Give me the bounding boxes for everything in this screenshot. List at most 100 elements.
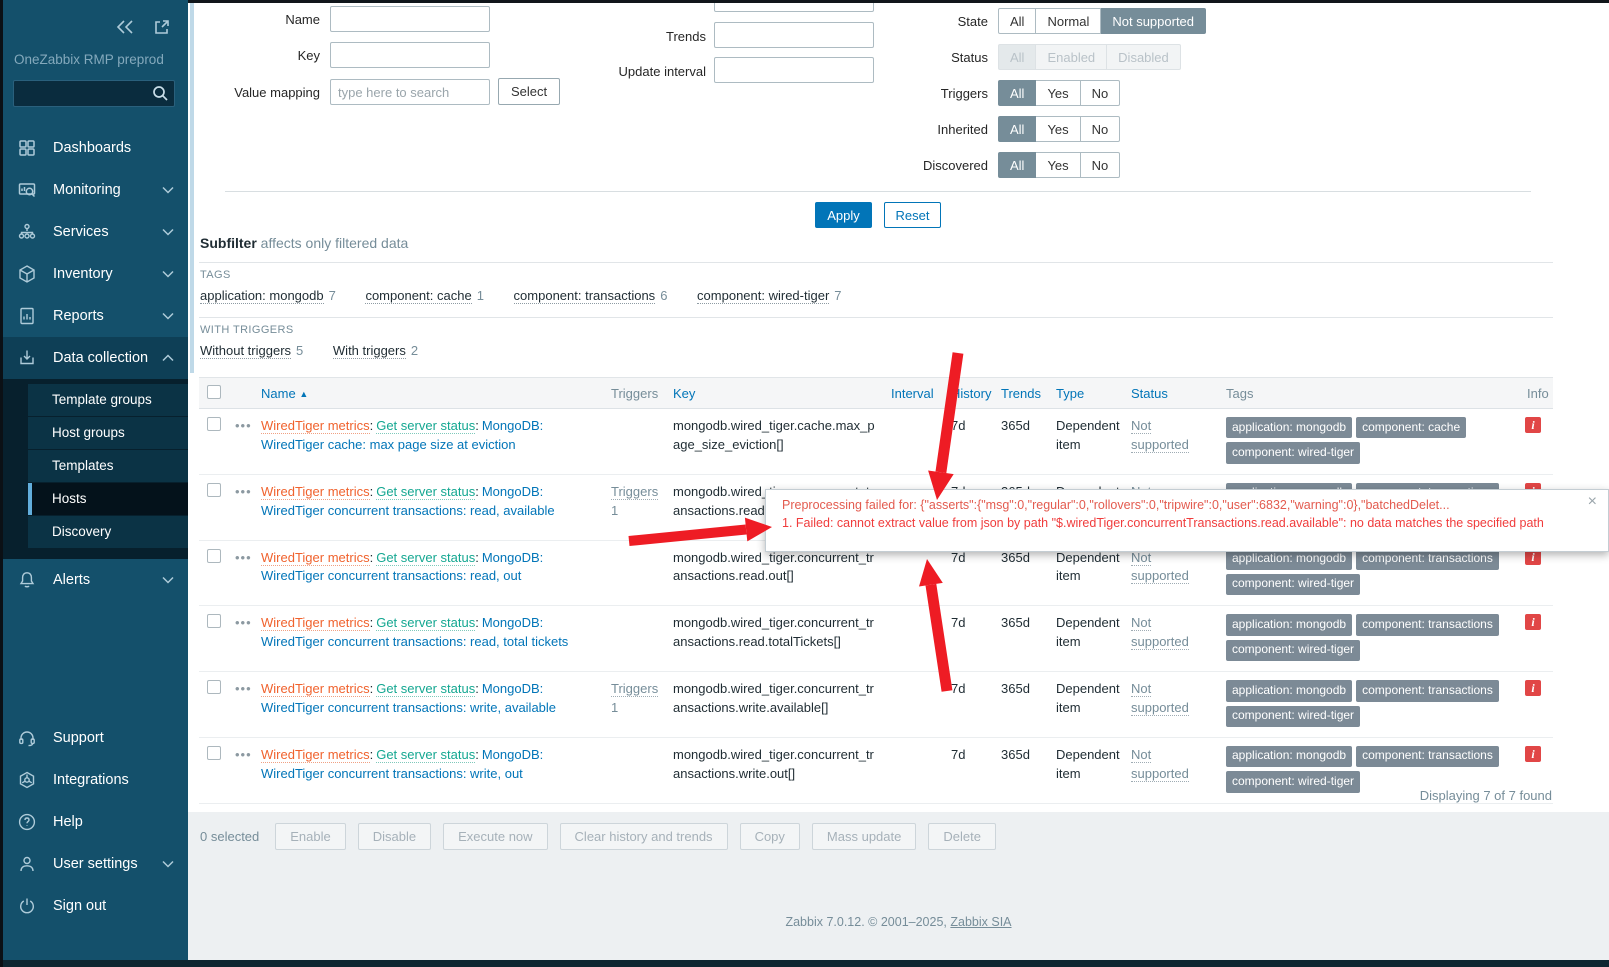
discovered-no-button[interactable]: No (1081, 152, 1121, 178)
subfilter-tag-component-transactions[interactable]: component: transactions (514, 288, 656, 304)
row-context-menu-icon[interactable]: ••• (235, 615, 252, 630)
info-icon[interactable]: i (1525, 417, 1541, 433)
close-icon[interactable]: × (1588, 494, 1597, 510)
state-not-supported-button[interactable]: Not supported (1101, 8, 1206, 34)
row-context-menu-icon[interactable]: ••• (235, 484, 252, 499)
sidebar-item-sign-out[interactable]: Sign out (0, 885, 188, 927)
column-header-interval[interactable]: Interval (891, 386, 934, 401)
sidebar-item-reports[interactable]: Reports (0, 295, 188, 337)
reset-button[interactable]: Reset (884, 202, 941, 228)
tag-badge[interactable]: component: wired-tiger (1226, 574, 1360, 595)
row-checkbox[interactable] (207, 614, 221, 628)
row-context-menu-icon[interactable]: ••• (235, 418, 252, 433)
template-link[interactable]: WiredTiger metrics (261, 747, 370, 763)
sidebar-item-discovery[interactable]: Discovery (28, 516, 188, 548)
template-link[interactable]: WiredTiger metrics (261, 484, 370, 500)
tag-badge[interactable]: component: cache (1356, 417, 1466, 438)
sidebar-item-inventory[interactable]: Inventory (0, 253, 188, 295)
popout-sidebar-icon[interactable] (153, 19, 170, 38)
discovered-yes-button[interactable]: Yes (1036, 152, 1080, 178)
sidebar-item-help[interactable]: Help (0, 801, 188, 843)
status-link[interactable]: Not supported (1131, 418, 1189, 453)
triggers-link[interactable]: Triggers (611, 681, 658, 697)
inherited-all-button[interactable]: All (998, 116, 1036, 142)
row-checkbox[interactable] (207, 549, 221, 563)
sidebar-item-host-groups[interactable]: Host groups (28, 417, 188, 449)
triggers-all-button[interactable]: All (998, 80, 1036, 106)
tag-badge[interactable]: component: transactions (1356, 680, 1499, 701)
select-all-checkbox[interactable] (207, 385, 221, 399)
master-item-link[interactable]: Get server status (376, 418, 475, 434)
info-icon[interactable]: i (1525, 680, 1541, 696)
column-header-history[interactable]: History (951, 386, 991, 401)
tag-badge[interactable]: component: wired-tiger (1226, 706, 1360, 727)
tag-badge[interactable]: component: wired-tiger (1226, 640, 1360, 661)
key-filter-input[interactable] (330, 42, 490, 68)
sidebar-item-monitoring[interactable]: Monitoring (0, 169, 188, 211)
inherited-yes-button[interactable]: Yes (1036, 116, 1080, 142)
template-link[interactable]: WiredTiger metrics (261, 615, 370, 631)
sidebar-item-hosts[interactable]: Hosts (28, 483, 188, 515)
master-item-link[interactable]: Get server status (376, 615, 475, 631)
row-checkbox[interactable] (207, 483, 221, 497)
name-filter-input[interactable] (330, 6, 490, 32)
triggers-yes-button[interactable]: Yes (1036, 80, 1080, 106)
state-normal-button[interactable]: Normal (1036, 8, 1101, 34)
row-context-menu-icon[interactable]: ••• (235, 681, 252, 696)
template-link[interactable]: WiredTiger metrics (261, 418, 370, 434)
discovered-all-button[interactable]: All (998, 152, 1036, 178)
sidebar-item-template-groups[interactable]: Template groups (28, 384, 188, 416)
sidebar-item-data-collection[interactable]: Data collection (0, 337, 188, 379)
subfilter-tag-application-mongodb[interactable]: application: mongodb (200, 288, 324, 304)
triggers-no-button[interactable]: No (1081, 80, 1121, 106)
sidebar-item-user-settings[interactable]: User settings (0, 843, 188, 885)
master-item-link[interactable]: Get server status (376, 747, 475, 763)
tag-badge[interactable]: application: mongodb (1226, 417, 1352, 438)
column-header-key[interactable]: Key (673, 386, 695, 401)
status-link[interactable]: Not supported (1131, 747, 1189, 782)
inherited-no-button[interactable]: No (1081, 116, 1121, 142)
tag-badge[interactable]: application: mongodb (1226, 680, 1352, 701)
sidebar-item-services[interactable]: Services (0, 211, 188, 253)
status-link[interactable]: Not supported (1131, 550, 1189, 585)
sidebar-item-templates[interactable]: Templates (28, 450, 188, 482)
sidebar-item-alerts[interactable]: Alerts (0, 559, 188, 601)
sidebar-item-support[interactable]: Support (0, 717, 188, 759)
collapse-sidebar-icon[interactable] (115, 18, 137, 38)
row-context-menu-icon[interactable]: ••• (235, 550, 252, 565)
sidebar-item-integrations[interactable]: Integrations (0, 759, 188, 801)
master-item-link[interactable]: Get server status (376, 681, 475, 697)
tag-badge[interactable]: application: mongodb (1226, 746, 1352, 767)
column-header-name[interactable]: Name (261, 386, 296, 401)
column-header-trends[interactable]: Trends (1001, 386, 1041, 401)
column-header-status[interactable]: Status (1131, 386, 1168, 401)
status-link[interactable]: Not supported (1131, 681, 1189, 716)
triggers-link[interactable]: Triggers (611, 484, 658, 500)
tag-badge[interactable]: component: transactions (1356, 614, 1499, 635)
row-checkbox[interactable] (207, 417, 221, 431)
value-mapping-input[interactable] (330, 79, 490, 105)
column-header-type[interactable]: Type (1056, 386, 1084, 401)
state-all-button[interactable]: All (998, 8, 1036, 34)
subfilter-without-triggers[interactable]: Without triggers (200, 343, 291, 359)
master-item-link[interactable]: Get server status (376, 550, 475, 566)
row-context-menu-icon[interactable]: ••• (235, 747, 252, 762)
info-icon[interactable]: i (1525, 614, 1541, 630)
subfilter-with-triggers[interactable]: With triggers (333, 343, 406, 359)
zabbix-sia-link[interactable]: Zabbix SIA (950, 915, 1011, 929)
apply-button[interactable]: Apply (815, 202, 872, 228)
sidebar-item-dashboards[interactable]: Dashboards (0, 127, 188, 169)
status-link[interactable]: Not supported (1131, 615, 1189, 650)
row-checkbox[interactable] (207, 746, 221, 760)
row-checkbox[interactable] (207, 680, 221, 694)
template-link[interactable]: WiredTiger metrics (261, 681, 370, 697)
tag-badge[interactable]: component: transactions (1356, 746, 1499, 767)
subfilter-tag-component-cache[interactable]: component: cache (365, 288, 471, 304)
tag-badge[interactable]: component: wired-tiger (1226, 442, 1360, 463)
info-icon[interactable]: i (1525, 746, 1541, 762)
tag-badge[interactable]: application: mongodb (1226, 614, 1352, 635)
subfilter-tag-component-wired-tiger[interactable]: component: wired-tiger (697, 288, 829, 304)
value-mapping-select-button[interactable]: Select (498, 78, 560, 105)
master-item-link[interactable]: Get server status (376, 484, 475, 500)
template-link[interactable]: WiredTiger metrics (261, 550, 370, 566)
